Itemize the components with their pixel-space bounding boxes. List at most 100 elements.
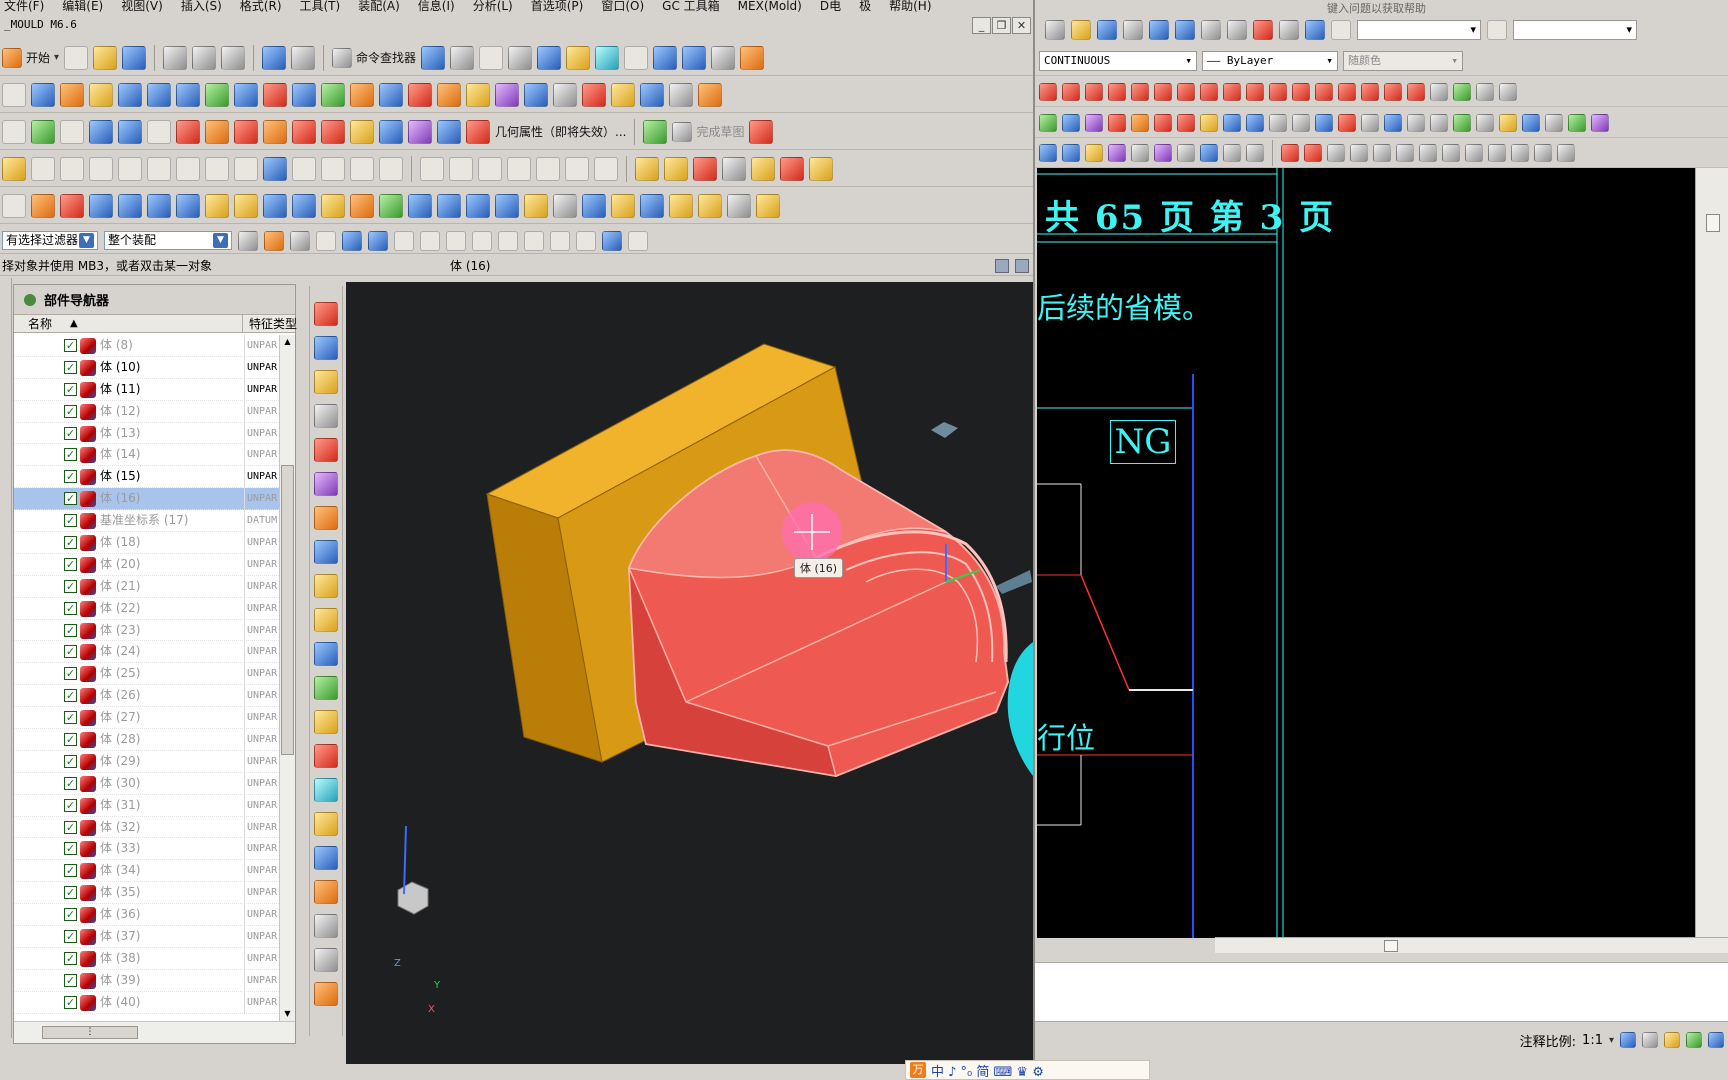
snap-quadrant-icon[interactable] <box>565 156 589 181</box>
model-view[interactable]: Z Y X <box>346 282 1033 1064</box>
ejector-icon[interactable] <box>321 193 345 218</box>
paste-icon[interactable] <box>221 45 246 70</box>
move-component-icon[interactable] <box>682 45 707 70</box>
clean-screen-icon[interactable] <box>1708 1032 1724 1048</box>
quick-trim-icon[interactable] <box>118 156 142 181</box>
manufacturing-wizard-icon[interactable] <box>314 608 338 632</box>
block-icon[interactable] <box>1430 113 1448 132</box>
trim-body-icon[interactable] <box>263 82 287 107</box>
break-icon[interactable] <box>1292 113 1310 132</box>
visibility-checkbox[interactable]: ✓ <box>64 404 77 418</box>
lineweight-combo[interactable]: —— ByLayer ▾ <box>1202 50 1338 71</box>
menu-electrode[interactable]: D电 <box>820 0 841 14</box>
array-icon[interactable] <box>1108 113 1126 132</box>
angular-dim-icon[interactable] <box>379 156 403 181</box>
menu-assemblies[interactable]: 装配(A) <box>358 0 400 14</box>
color-combo[interactable]: 随颜色 ▾ <box>1343 50 1463 71</box>
visibility-checkbox[interactable]: ✓ <box>64 908 77 922</box>
menu-edit[interactable]: 编辑(E) <box>62 0 103 14</box>
command-finder-button[interactable]: 命令查找器 <box>332 47 416 68</box>
command-line[interactable] <box>1035 962 1728 1022</box>
menu-view[interactable]: 视图(V) <box>121 0 163 14</box>
menu-information[interactable]: 信息(I) <box>418 0 455 14</box>
patch-icon[interactable] <box>60 82 84 107</box>
pen-icon[interactable] <box>1045 20 1065 40</box>
extract-geometry-icon[interactable] <box>321 82 345 107</box>
visibility-checkbox[interactable]: ✓ <box>64 864 77 878</box>
tool-palette-icon[interactable] <box>1253 20 1273 40</box>
mold-parting-icon[interactable] <box>693 156 717 181</box>
system-scenes-icon[interactable] <box>314 710 338 734</box>
visibility-checkbox[interactable]: ✓ <box>64 492 77 506</box>
profile-icon[interactable] <box>749 119 774 144</box>
explode-icon[interactable] <box>1384 113 1402 132</box>
copy-icon[interactable] <box>1039 113 1057 132</box>
dim-break-icon[interactable] <box>1315 82 1333 101</box>
navigator-row[interactable]: ✓ 体 (13) UNPAR <box>14 422 279 445</box>
navigator-row[interactable]: ✓ 体 (21) UNPAR <box>14 575 279 598</box>
auto-scale-icon[interactable] <box>1642 1032 1658 1048</box>
center-mark-icon[interactable] <box>1361 82 1379 101</box>
undo-icon[interactable] <box>262 45 287 70</box>
visibility-checkbox[interactable]: ✓ <box>64 711 77 725</box>
project-curve-icon[interactable] <box>234 119 258 144</box>
snap-face-icon[interactable] <box>602 230 622 251</box>
dim-text-edit-icon[interactable] <box>1453 82 1471 101</box>
template-icon[interactable] <box>314 914 338 938</box>
line-icon[interactable] <box>31 156 55 181</box>
layer-icon[interactable] <box>566 45 591 70</box>
visibility-checkbox[interactable]: ✓ <box>64 536 77 550</box>
offset-region-icon[interactable] <box>466 82 490 107</box>
visibility-checkbox[interactable]: ✓ <box>64 426 77 440</box>
wcs-handle[interactable] <box>996 570 1032 594</box>
resize-face-icon[interactable] <box>524 82 548 107</box>
navigator-row[interactable]: ✓ 体 (29) UNPAR <box>14 750 279 773</box>
palette-icon[interactable] <box>314 744 338 768</box>
geometry-props-button[interactable]: 几何属性（即将失效）... <box>495 123 626 140</box>
visibility-checkbox[interactable]: ✓ <box>64 623 77 637</box>
dim-style-manager-icon[interactable] <box>1499 82 1517 101</box>
navigator-row[interactable]: ✓ 体 (36) UNPAR <box>14 904 279 927</box>
ruled-surface-icon[interactable] <box>118 82 142 107</box>
angle-icon[interactable] <box>60 156 84 181</box>
visibility-checkbox[interactable]: ✓ <box>64 557 77 571</box>
sub-insert-icon[interactable] <box>640 193 664 218</box>
view-window-icon[interactable] <box>314 948 338 972</box>
draft-icon[interactable] <box>582 82 606 107</box>
navigator-row[interactable]: ✓ 体 (8) UNPAR <box>14 335 279 357</box>
dim-icon-3[interactable] <box>1085 143 1103 162</box>
scale-icon[interactable] <box>1200 113 1218 132</box>
info-icon[interactable] <box>450 45 475 70</box>
minimize-button[interactable]: _ <box>972 17 991 34</box>
annotation-scale-value[interactable]: 1:1 <box>1582 1033 1603 1048</box>
ordinate-icon[interactable] <box>1108 82 1126 101</box>
page-icon[interactable] <box>2 193 26 218</box>
visibility-checkbox[interactable]: ✓ <box>64 448 77 462</box>
cavity-icon[interactable] <box>234 193 258 218</box>
mirror-icon[interactable] <box>1062 113 1080 132</box>
continue-icon[interactable] <box>1269 82 1287 101</box>
column-type-header[interactable]: 特征类型 <box>242 315 298 333</box>
corner-icon[interactable] <box>292 156 316 181</box>
assembly-icon[interactable] <box>421 45 446 70</box>
through-curves-icon[interactable] <box>147 82 171 107</box>
snap-point-icon[interactable] <box>420 156 444 181</box>
dim-icon-5[interactable] <box>1131 143 1149 162</box>
mold-slider-icon[interactable] <box>780 156 804 181</box>
close-button[interactable]: ✕ <box>1012 17 1031 34</box>
view-manager-icon[interactable] <box>611 193 635 218</box>
snap-curve-icon[interactable] <box>472 230 492 251</box>
hatch-icon[interactable] <box>1476 113 1494 132</box>
navigator-row[interactable]: ✓ 体 (23) UNPAR <box>14 619 279 642</box>
split-body-icon[interactable] <box>292 82 316 107</box>
graphics-window[interactable]: Z Y X 体 (16) <box>346 282 1033 1064</box>
draw-arc-icon[interactable] <box>1373 143 1391 162</box>
dim-style-combo[interactable]: ▾ <box>1513 20 1637 40</box>
text-style-icon[interactable] <box>1331 20 1351 40</box>
mold-base-library-icon[interactable] <box>314 982 338 1006</box>
help-icon[interactable] <box>1305 20 1325 40</box>
navigator-row[interactable]: ✓ 体 (38) UNPAR <box>14 947 279 970</box>
snap-mid-icon[interactable] <box>478 156 502 181</box>
cad-horizontal-scrollbar[interactable] <box>1215 937 1728 953</box>
navigator-row[interactable]: ✓ 体 (18) UNPAR <box>14 532 279 554</box>
